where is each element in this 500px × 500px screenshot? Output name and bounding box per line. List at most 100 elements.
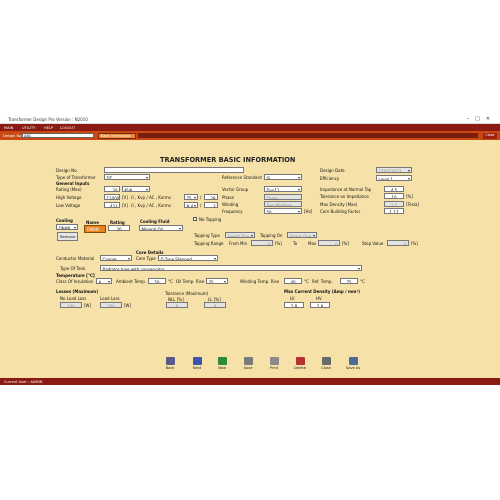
hv-bil-select[interactable]: 75 [184,194,198,200]
hv-input[interactable]: 11000 [104,194,120,200]
load-loss-unit: [W] [124,303,132,308]
remove-button[interactable]: Remove [57,232,79,241]
printer-icon [269,357,279,365]
close-tool-button[interactable]: Close [316,357,336,370]
no-load-loss-label: No Load Loss [60,296,87,301]
menu-main[interactable]: MAIN [4,126,13,130]
back-button[interactable]: Back [160,357,180,370]
new-button[interactable]: New [212,357,232,370]
ambient-input[interactable]: 50 [148,278,166,284]
cooling-fluid-label: Cooling Fluid [140,219,170,224]
tol-input[interactable]: 10 [384,193,404,199]
next-button[interactable]: Next [187,357,207,370]
type-select[interactable]: DT [104,174,150,180]
hv-bil-input[interactable]: 28 [204,194,218,200]
cooling-fluid-select[interactable]: Mineral Oil [139,225,183,231]
density-lv-input[interactable]: 2.8 [284,302,304,308]
page-title: TRANSFORMER BASIC INFORMATION [160,156,296,164]
lv-unit: [V] [122,203,128,208]
ambient-unit: °C [168,279,173,284]
freq-unit: [Hz] [304,209,313,214]
tol-unit: [%] [406,194,413,199]
date-picker[interactable]: 27/07/2021 [376,167,412,173]
cooling-rating-input[interactable]: 30 [108,225,130,231]
core-factor-label: Core Building Factor [320,209,361,214]
date-label: Design Date [320,168,345,173]
oil-rise-select[interactable]: 35 [206,278,228,284]
load-loss-input[interactable]: 760 [100,302,122,308]
lv-bil-input[interactable]: 3 [204,202,218,208]
ll-pct-input[interactable]: 0 [204,302,226,308]
winding-field[interactable]: Two Winding [264,201,302,207]
cooling-label: Cooling [56,218,73,223]
cooling-name-value[interactable]: ONAN [84,225,106,233]
winding-rise-label: Winding Temp. Rise [240,279,280,284]
design-no-input[interactable] [104,167,244,173]
oil-rise-label: Oil Temp. Rise [176,279,205,284]
step-value-input[interactable]: 0 [387,240,409,246]
flux-input[interactable]: 1.5 [384,201,404,207]
lv-input[interactable]: 433 [104,202,120,208]
no-tapping-checkbox[interactable] [193,217,197,221]
delete-icon [295,357,305,365]
rating-unit-select[interactable]: KVA [122,186,150,192]
core-type-select[interactable]: D Type Stepped [158,255,218,261]
no-tapping-label: No Tapping [199,217,222,222]
back-arrow-icon [165,357,175,365]
pct-3: [%] [411,241,418,246]
tank-select[interactable]: Radiator type with conservator [100,265,362,271]
tab-basic-information[interactable]: Basic Information [98,132,136,139]
general-inputs-heading: General Inputs [56,181,90,186]
eff-select[interactable]: Level 1 [376,175,412,181]
close-button[interactable]: Close [483,132,497,139]
insulation-class-select[interactable]: A [96,278,112,284]
winding-rise-input[interactable]: 40 [284,278,302,284]
vector-select[interactable]: Dyn11 [264,186,302,192]
eff-label: Efficiency [320,176,340,181]
save-as-button[interactable]: Save As [343,357,363,370]
phase-field[interactable]: Three [264,194,302,200]
density-hv-label: HV [316,296,322,301]
flux-unit: [Tesla] [406,202,419,207]
tapping-to-input[interactable]: 0 [318,240,340,246]
tab-strip [138,133,478,138]
lv-bil-select[interactable]: N.A [184,202,198,208]
delete-button[interactable]: Delete [290,357,310,370]
conductor-select[interactable]: Copper [100,255,132,261]
tapping-from-input[interactable]: 0 [251,240,273,246]
title-bar: Transformer Design Pro Version : N2010 –… [0,114,500,124]
print-button[interactable]: Print [264,357,284,370]
ref-temp-unit: °C [360,279,365,284]
ref-std-select[interactable]: IS [264,174,302,180]
ref-temp-label: Ref. Temp. [312,279,333,284]
nll-pct-input[interactable]: 0 [166,302,188,308]
lv-label: Low Voltage [56,203,81,208]
pct-2: [%] [342,241,349,246]
freq-select[interactable]: 50 [264,208,302,214]
save-button[interactable]: Save [238,357,258,370]
ref-temp-input[interactable]: 75 [340,278,358,284]
rating-input[interactable]: 30 [104,186,120,192]
tapping-type-select[interactable]: Select One [225,232,255,238]
imp-input[interactable]: 4.5 [384,186,404,192]
tapping-on-select[interactable]: Select One [287,232,317,238]
window-controls[interactable]: –□✕ [467,116,496,122]
density-hv-input[interactable]: 2.8 [310,302,330,308]
menu-utility[interactable]: UTILITY [22,126,35,130]
insulation-class-label: Class Of Insulation [56,279,94,284]
step-value-label: Step Value [362,241,384,246]
cooling-select[interactable]: ONAN [56,224,78,230]
tapping-from-label: From [229,241,239,246]
design-no-select[interactable]: ABC [22,133,94,138]
core-factor-input[interactable]: 1.17 [384,208,404,214]
winding-rise-unit: °C [304,279,309,284]
menu-help[interactable]: HELP [44,126,53,130]
temperature-heading: Temperature [°C] [56,273,95,278]
new-file-icon [217,357,227,365]
no-load-loss-input[interactable]: 100 [60,302,82,308]
menu-logout[interactable]: LOGOUT [60,126,75,130]
tapping-min-label: Min [240,241,248,246]
rating-label: Rating (Max) [56,187,82,192]
next-arrow-icon [192,357,202,365]
hv-label: High Voltage [56,195,82,200]
